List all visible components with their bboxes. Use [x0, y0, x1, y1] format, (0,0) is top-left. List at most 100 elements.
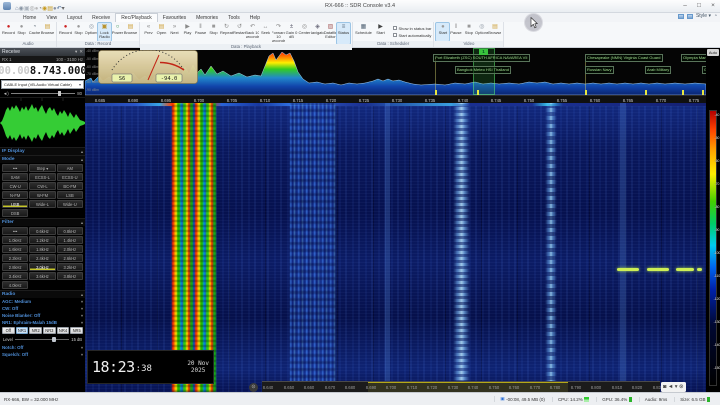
menu-tab[interactable]: Receive [87, 14, 115, 23]
window-control-button[interactable]: □ [692, 0, 706, 12]
ribbon-button[interactable]: ▤Open [155, 23, 168, 44]
volume-slider-thumb[interactable] [58, 91, 61, 96]
radio-setting-row[interactable]: Notch: Off▾ [0, 344, 85, 351]
waterfall-toolbar-icon[interactable]: ▾ [675, 384, 678, 390]
mode-button[interactable]: DSB [2, 209, 28, 217]
section-if-display[interactable]: IF Display ▴ [0, 147, 85, 155]
ribbon-button[interactable]: ●Record [59, 23, 72, 41]
nr-button[interactable]: NR3 [43, 327, 56, 334]
filter-button[interactable]: 2.6kHz [57, 254, 83, 262]
volume-slider[interactable] [11, 93, 76, 94]
filter-button[interactable]: 2.0kHz [57, 245, 83, 253]
station-label[interactable]: Arab Military [645, 66, 671, 74]
mode-button[interactable]: Step ▾ [29, 164, 55, 172]
level-slider[interactable] [15, 339, 70, 340]
spectrum-display[interactable]: -40 dBm-50 dBm-60 dBm-70 dBm-80 dBm-90 d… [85, 48, 720, 95]
rx-marker-badge[interactable]: 1 [479, 49, 488, 55]
filter-button[interactable]: 3.6kHz [29, 272, 55, 280]
ribbon-button[interactable]: ↷Forward 10 seconds [272, 23, 285, 44]
style-menu[interactable]: Style ▾ [696, 13, 711, 19]
filter-button[interactable]: ••• [2, 227, 28, 235]
ribbon-button[interactable]: ↔Seek [259, 23, 272, 44]
mode-button[interactable]: BC-FM [57, 182, 83, 190]
nr-button[interactable]: NR2 [29, 327, 42, 334]
filter-button[interactable]: 1.2kHz [29, 236, 55, 244]
ribbon-button[interactable]: ■Stop [207, 23, 220, 44]
filter-button[interactable]: 2.4kHz [29, 254, 55, 262]
ribbon-button[interactable]: ◎Center [298, 23, 311, 44]
filter-button[interactable]: 2.2kHz [2, 254, 28, 262]
mode-button[interactable]: SAM [2, 173, 28, 181]
mode-button[interactable]: USB [2, 200, 28, 208]
nr-button[interactable]: NR1 [16, 327, 29, 334]
ribbon-button[interactable]: ±Gain 0 dB [285, 23, 298, 44]
ribbon-button[interactable]: ↻Repeat [220, 23, 233, 44]
mode-button[interactable]: CW-U [2, 182, 28, 190]
nr-button[interactable]: NR5 [70, 327, 83, 334]
filter-button[interactable]: 1.0kHz [2, 236, 28, 244]
power-icon[interactable]: ⊙ [249, 383, 258, 392]
window-control-button[interactable]: – [678, 0, 692, 12]
radio-setting-row[interactable]: AGC: Medium▾ [0, 298, 85, 305]
ribbon-button[interactable]: ‖Pause [449, 23, 462, 41]
station-label[interactable]: Port Elizabeth (ZSC) SOUTH AFRICA NAVARE… [433, 54, 530, 62]
ribbon-button[interactable]: ≡Status [337, 23, 350, 44]
section-mode[interactable]: Mode ▴ [0, 155, 85, 163]
filter-button[interactable]: 1.8kHz [29, 245, 55, 253]
ribbon-button[interactable]: ◎Options [85, 23, 98, 41]
section-radio[interactable]: Radio ▴ [0, 290, 85, 298]
ribbon-button[interactable]: ●Stop [72, 23, 85, 41]
station-label[interactable]: Chesapeake (NMN) Virginia Coast Guard [585, 54, 663, 62]
audio-device-select[interactable]: CABLE Input (VB-Audio Virtual Cable) ▾ [1, 80, 84, 89]
ribbon-button[interactable]: ↶Back 10 seconds [246, 23, 259, 44]
menu-tab[interactable]: Rec/Playback [115, 13, 158, 23]
frequency-display[interactable]: 00.008.743.000 [0, 63, 85, 79]
radio-setting-row[interactable]: NR1: Ephraim-Malah 15dB▾ [0, 319, 85, 326]
ribbon-button[interactable]: ◔Cache [28, 23, 41, 41]
mode-button[interactable]: ECSS-L [29, 173, 55, 181]
ribbon-button[interactable]: ▦Schedule [355, 23, 372, 41]
scheduler-checkbox[interactable]: Start automatically [393, 33, 431, 38]
mode-button[interactable]: Wide-L [29, 200, 55, 208]
ribbon-button[interactable]: ◈Navigator [311, 23, 324, 44]
level-slider-thumb[interactable] [52, 337, 56, 342]
ribbon-button[interactable]: ●Stop [15, 23, 28, 41]
layout-icon[interactable] [678, 14, 684, 19]
qat-icon[interactable]: ▾ [62, 6, 65, 12]
filter-button[interactable]: 2.8kHz [2, 263, 28, 271]
filter-button[interactable]: 1.6kHz [2, 245, 28, 253]
menu-tab[interactable]: Memories [191, 14, 223, 23]
menu-tab[interactable]: Tools [223, 14, 245, 23]
waterfall-display[interactable] [85, 103, 706, 392]
filter-button[interactable]: 0.8kHz [57, 227, 83, 235]
ribbon-button[interactable]: «Prev [142, 23, 155, 44]
panel-pin-icon[interactable]: ▾ [75, 49, 77, 55]
menu-tab[interactable]: Favourites [158, 14, 191, 23]
nr-button[interactable]: Off [2, 327, 15, 334]
checkbox-box[interactable] [393, 33, 397, 37]
panel-close-icon[interactable]: ✕ [79, 49, 83, 55]
scheduler-checkbox[interactable]: Show in status bar [393, 26, 431, 31]
filter-button[interactable]: 3.2kHz [57, 263, 83, 271]
filter-button[interactable]: 3.4kHz [2, 272, 28, 280]
auto-range-button[interactable]: Auto [707, 49, 719, 56]
ribbon-button[interactable]: ▤Browse [124, 23, 137, 41]
ribbon-button[interactable]: ↺Restart [233, 23, 246, 44]
frequency-navigation-bar[interactable]: ⊙ 8.6408.6508.6608.6708.6808.6908.7008.7… [262, 381, 660, 392]
ribbon-button[interactable]: ▶Play [181, 23, 194, 44]
mode-button[interactable]: ECSS-U [57, 173, 83, 181]
menu-tab[interactable]: Help [245, 14, 265, 23]
ribbon-button[interactable]: ■Stop [462, 23, 475, 41]
mode-button[interactable]: W-FM [29, 191, 55, 199]
radio-setting-row[interactable]: CW: Off▾ [0, 305, 85, 312]
station-label[interactable]: Bangkok Meteo HSI Thailand [455, 66, 511, 74]
window-control-button[interactable]: × [706, 0, 720, 12]
mode-button[interactable]: ••• [2, 164, 28, 172]
ribbon-button[interactable]: ●Record [2, 23, 15, 41]
waterfall-toolbar-icon[interactable]: ⊗ [679, 384, 684, 390]
nr-button[interactable]: NR4 [57, 327, 70, 334]
filter-button[interactable]: 3.8kHz [57, 272, 83, 280]
ribbon-button[interactable]: ▨Datafile Editor [324, 23, 337, 44]
mode-button[interactable]: N-FM [2, 191, 28, 199]
ribbon-button[interactable]: ○Power [111, 23, 124, 41]
